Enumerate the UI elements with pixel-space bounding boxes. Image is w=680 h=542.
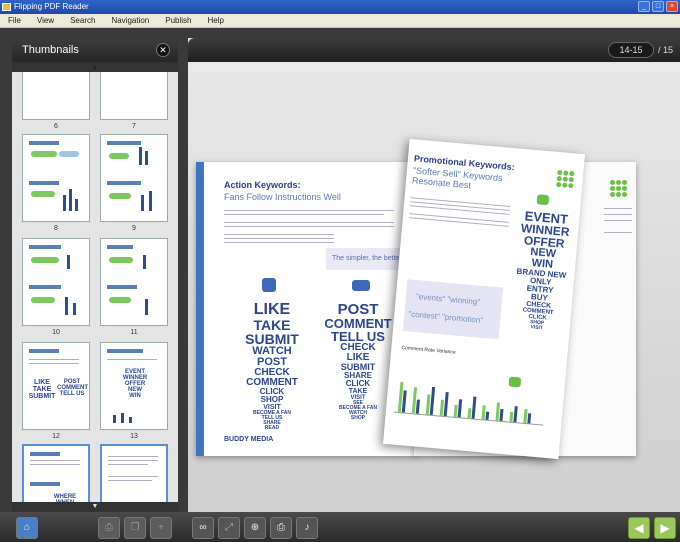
thumbnail-14[interactable]: WHEREWHENWILL 14 bbox=[22, 444, 90, 502]
speech-bubble-icon bbox=[352, 280, 370, 291]
title-bar: Flipping PDF Reader _ □ × bbox=[0, 0, 680, 14]
thumbnail-list: 6 7 8 9 10 11 LIKE TAKE SUBMIT POST COMM… bbox=[12, 72, 178, 502]
maximize-button[interactable]: □ bbox=[652, 1, 664, 12]
menu-publish[interactable]: Publish bbox=[157, 14, 199, 27]
thumbnails-panel: Thumbnails ✕ ▲ 6 7 8 9 10 11 LIKE TAKE S… bbox=[12, 38, 178, 512]
page-spine-accent bbox=[196, 162, 204, 456]
page-number-input[interactable]: 14-15 bbox=[608, 42, 654, 58]
thumbnail-6[interactable]: 6 bbox=[22, 72, 90, 134]
menu-view[interactable]: View bbox=[29, 14, 62, 27]
zoom-icon[interactable]: ⊕ bbox=[244, 517, 266, 539]
window-controls: _ □ × bbox=[638, 1, 678, 12]
close-thumbnails-button[interactable]: ✕ bbox=[156, 43, 170, 57]
thumbnail-number: 7 bbox=[132, 123, 136, 130]
menu-file[interactable]: File bbox=[0, 14, 29, 27]
thumbnail-image bbox=[100, 72, 168, 120]
flipping-page[interactable]: Promotional Keywords: "Softer Sell" Keyw… bbox=[383, 138, 585, 460]
thumbnail-12[interactable]: LIKE TAKE SUBMIT POST COMMENT TELL US 12 bbox=[22, 342, 90, 444]
dots-logo-icon bbox=[610, 180, 627, 197]
viewer-header: 14-15 / 15 bbox=[188, 38, 680, 62]
print-icon[interactable]: ⎙ bbox=[270, 517, 292, 539]
thumbnail-image bbox=[22, 238, 90, 326]
flip-dots-logo-icon bbox=[556, 169, 575, 189]
thumbnail-number: 8 bbox=[54, 225, 58, 232]
book-viewer[interactable]: Action Keywords: Fans Follow Instruction… bbox=[188, 62, 680, 512]
close-window-button[interactable]: × bbox=[666, 1, 678, 12]
thumbnail-13[interactable]: EVENT WINNER OFFER NEW WIN 13 bbox=[100, 342, 168, 444]
sound-icon[interactable]: ♪ bbox=[296, 517, 318, 539]
thumbnail-number: 9 bbox=[132, 225, 136, 232]
menu-bar: File View Search Navigation Publish Help bbox=[0, 14, 680, 28]
window-title: Flipping PDF Reader bbox=[14, 2, 89, 11]
viewer-panel: 14-15 / 15 Action Keywords: Fans Follow … bbox=[188, 38, 680, 512]
thumbnail-number: 11 bbox=[130, 329, 138, 336]
promo-words: EVENT WINNER OFFER NEW WIN BRAND NEW ONL… bbox=[516, 208, 571, 332]
quote-box: "events" "winning" "contest" "promotion" bbox=[402, 279, 504, 340]
left-page[interactable]: Action Keywords: Fans Follow Instruction… bbox=[196, 162, 416, 456]
thumbs-up-icon bbox=[262, 278, 276, 292]
app-icon bbox=[2, 3, 11, 11]
thumbnail-15[interactable]: 15 bbox=[100, 444, 168, 502]
thumbnail-image bbox=[100, 134, 168, 222]
minimize-button[interactable]: _ bbox=[638, 1, 650, 12]
thumbnails-title: Thumbnails bbox=[22, 44, 79, 56]
thumbnail-image: WHEREWHENWILL bbox=[22, 444, 90, 502]
prev-arrow-icon[interactable]: ◀ bbox=[628, 517, 650, 539]
binoculars-icon[interactable]: ∞ bbox=[192, 517, 214, 539]
home-icon[interactable]: ⌂ bbox=[16, 517, 38, 539]
thumbnail-number: 10 bbox=[52, 329, 60, 336]
thumbnail-9[interactable]: 9 bbox=[100, 134, 168, 236]
menu-search[interactable]: Search bbox=[62, 14, 103, 27]
thumbnail-image: EVENT WINNER OFFER NEW WIN bbox=[100, 342, 168, 430]
thumbnail-8[interactable]: 8 bbox=[22, 134, 90, 236]
scroll-down-arrow-icon[interactable]: ▼ bbox=[91, 503, 99, 510]
thumbnail-image bbox=[22, 134, 90, 222]
add-page-icon[interactable]: + bbox=[150, 517, 172, 539]
left-heading: Action Keywords: bbox=[224, 180, 301, 190]
thumbnail-11[interactable]: 11 bbox=[100, 238, 168, 340]
menu-help[interactable]: Help bbox=[200, 14, 232, 27]
thumbnail-image bbox=[100, 444, 168, 502]
left-subheading: Fans Follow Instructions Well bbox=[224, 192, 341, 202]
sidebar-print-icon[interactable]: ⎙ bbox=[98, 517, 120, 539]
flipbook[interactable]: Action Keywords: Fans Follow Instruction… bbox=[196, 138, 636, 460]
thumbnail-7[interactable]: 7 bbox=[100, 72, 168, 134]
thumbnail-number: 6 bbox=[54, 123, 58, 130]
thumbnail-image bbox=[22, 72, 90, 120]
thumbnail-number: 12 bbox=[52, 433, 60, 440]
scroll-up-arrow-icon[interactable]: ▲ bbox=[91, 64, 99, 71]
thumbnail-10[interactable]: 10 bbox=[22, 238, 90, 340]
page-total: / 15 bbox=[658, 45, 674, 55]
pages-icon[interactable]: ❐ bbox=[124, 517, 146, 539]
chart-legend: Comment Rate Variance bbox=[401, 345, 456, 356]
menu-navigation[interactable]: Navigation bbox=[103, 14, 157, 27]
comment-variance-chart bbox=[393, 356, 549, 426]
thumbnail-number: 13 bbox=[130, 433, 138, 440]
buddy-media-logo: BUDDY MEDIA bbox=[224, 436, 274, 443]
thumbnails-header: Thumbnails ✕ bbox=[12, 38, 178, 62]
thumbnail-image: LIKE TAKE SUBMIT POST COMMENT TELL US bbox=[22, 342, 90, 430]
fullscreen-icon[interactable]: ⤢ bbox=[218, 517, 240, 539]
megaphone-icon bbox=[536, 194, 550, 206]
next-arrow-icon[interactable]: ▶ bbox=[654, 517, 676, 539]
thumbnail-image bbox=[100, 238, 168, 326]
action-words-left: LIKE TAKE SUBMIT WATCH POST CHECK COMMEN… bbox=[245, 301, 299, 431]
